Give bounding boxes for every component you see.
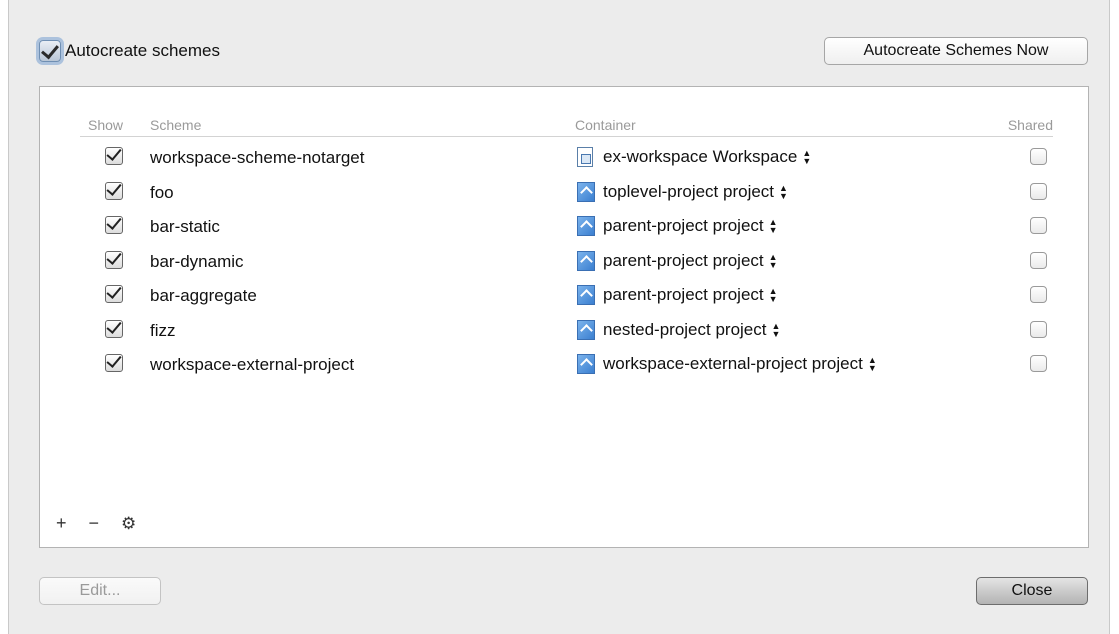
table-header: Show Scheme Container Shared: [80, 113, 1053, 137]
xcode-project-icon: [577, 354, 595, 374]
scheme-name: workspace-scheme-notarget: [150, 148, 365, 167]
add-scheme-icon[interactable]: +: [56, 513, 67, 534]
shared-checkbox[interactable]: [1030, 286, 1047, 303]
container-popup[interactable]: ex-workspace Workspace ▲ ▼: [577, 145, 811, 169]
xcode-project-icon: [577, 216, 595, 236]
container-popup[interactable]: nested-project project ▲ ▼: [577, 318, 780, 342]
container-name: ex-workspace Workspace: [603, 147, 798, 166]
shared-checkbox[interactable]: [1030, 251, 1047, 269]
shared-checkbox[interactable]: [1030, 182, 1047, 200]
remove-scheme-icon[interactable]: −: [89, 513, 100, 534]
container-popup[interactable]: workspace-external-project project ▲ ▼: [577, 352, 877, 376]
container-name: nested-project project: [603, 319, 767, 339]
shared-checkbox[interactable]: [1030, 217, 1047, 234]
container-name: parent-project project: [603, 216, 764, 235]
container-name: workspace-external-project project: [603, 354, 863, 373]
shared-checkbox[interactable]: [1030, 355, 1047, 372]
workspace-file-icon: [577, 147, 593, 167]
scheme-name: workspace-external-project: [150, 355, 355, 374]
container-popup[interactable]: parent-project project ▲ ▼: [577, 214, 778, 238]
xcode-project-icon: [577, 181, 595, 202]
table-row[interactable]: foo toplevel-project project ▲ ▼: [80, 175, 1053, 210]
scheme-name: bar-static: [150, 217, 220, 236]
column-header-scheme[interactable]: Scheme: [150, 117, 201, 133]
autocreate-schemes-now-button[interactable]: Autocreate Schemes Now: [824, 37, 1088, 65]
gear-icon[interactable]: ⚙: [121, 514, 136, 534]
container-popup[interactable]: parent-project project ▲ ▼: [577, 283, 778, 307]
table-row[interactable]: workspace-external-project workspace-ext…: [80, 347, 1053, 382]
popup-arrows-icon: ▲ ▼: [779, 182, 788, 201]
column-header-shared[interactable]: Shared: [1008, 117, 1053, 133]
container-popup[interactable]: parent-project project ▲ ▼: [577, 249, 778, 273]
xcode-project-icon: [577, 285, 595, 305]
table-row[interactable]: fizz nested-project project ▲ ▼: [80, 313, 1053, 348]
scheme-name: bar-aggregate: [150, 286, 257, 305]
shared-checkbox[interactable]: [1030, 148, 1047, 165]
autocreate-schemes-toggle[interactable]: Autocreate schemes: [39, 38, 220, 64]
show-checkbox[interactable]: [105, 147, 123, 165]
show-checkbox[interactable]: [105, 285, 123, 303]
column-header-container[interactable]: Container: [575, 117, 636, 133]
popup-arrows-icon: ▲ ▼: [768, 217, 778, 235]
popup-arrows-icon: ▲ ▼: [802, 148, 812, 166]
container-name: parent-project project: [603, 285, 764, 304]
container-name: parent-project project: [603, 250, 764, 270]
manage-schemes-sheet: Autocreate schemes Autocreate Schemes No…: [8, 0, 1110, 634]
container-name: toplevel-project project: [603, 181, 775, 201]
popup-arrows-icon: ▲ ▼: [771, 320, 781, 339]
popup-arrows-icon: ▲ ▼: [768, 251, 778, 270]
close-button[interactable]: Close: [976, 577, 1088, 605]
popup-arrows-icon: ▲ ▼: [768, 286, 778, 304]
table-row[interactable]: workspace-scheme-notarget ex-workspace W…: [80, 140, 1053, 175]
show-checkbox[interactable]: [105, 319, 123, 338]
table-row[interactable]: bar-aggregate parent-project project ▲ ▼: [80, 278, 1053, 313]
show-checkbox[interactable]: [105, 354, 123, 372]
column-header-show[interactable]: Show: [88, 117, 123, 133]
show-checkbox[interactable]: [105, 250, 123, 269]
autocreate-checkbox[interactable]: [39, 40, 61, 62]
xcode-project-icon: [577, 250, 595, 271]
schemes-list: workspace-scheme-notarget ex-workspace W…: [80, 140, 1053, 382]
edit-button[interactable]: Edit...: [39, 577, 161, 605]
show-checkbox[interactable]: [105, 181, 123, 200]
shared-checkbox[interactable]: [1030, 320, 1047, 338]
table-row[interactable]: bar-static parent-project project ▲ ▼: [80, 209, 1053, 244]
scheme-name: bar-dynamic: [150, 251, 244, 271]
schemes-table-panel: Show Scheme Container Shared workspace-s…: [39, 86, 1089, 548]
show-checkbox[interactable]: [105, 216, 123, 234]
popup-arrows-icon: ▲ ▼: [867, 355, 877, 373]
xcode-project-icon: [577, 319, 595, 340]
table-toolbar: + − ⚙: [56, 513, 158, 534]
autocreate-label: Autocreate schemes: [65, 41, 220, 60]
scheme-name: fizz: [150, 320, 176, 340]
table-row[interactable]: bar-dynamic parent-project project ▲ ▼: [80, 244, 1053, 279]
container-popup[interactable]: toplevel-project project ▲ ▼: [577, 180, 788, 204]
scheme-name: foo: [150, 182, 174, 202]
